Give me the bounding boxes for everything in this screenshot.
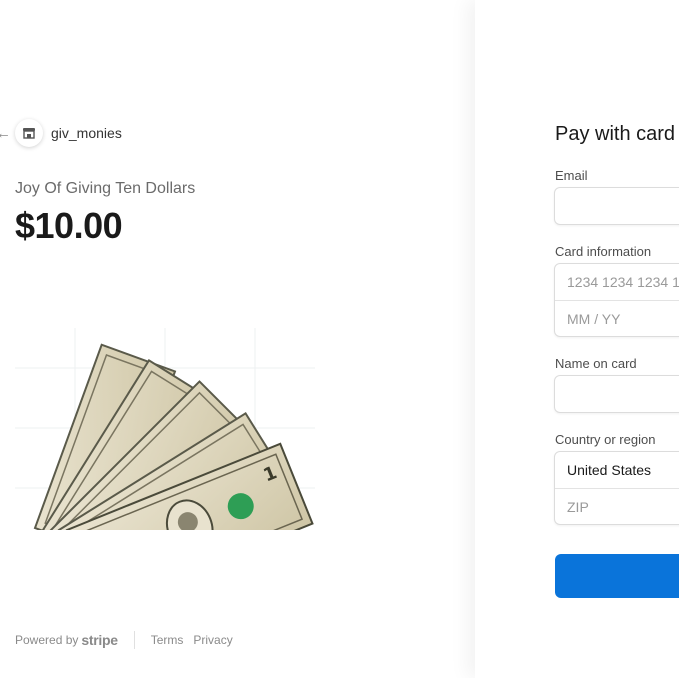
country-region-label: Country or region [555, 432, 656, 447]
privacy-link[interactable]: Privacy [193, 633, 232, 647]
country-region-field: United States ZIP [554, 451, 679, 525]
product-image: 1 1 [15, 328, 315, 612]
email-field[interactable] [554, 187, 679, 225]
email-input[interactable] [555, 188, 679, 224]
footer: Powered by stripe Terms Privacy [15, 631, 243, 649]
store-icon [23, 128, 35, 139]
arrow-left-icon[interactable]: ← [0, 124, 11, 144]
card-information-field: 1234 1234 1234 1234 MM / YY [554, 263, 679, 337]
money-bills-illustration: 1 1 [15, 328, 315, 612]
product-name: Joy Of Giving Ten Dollars [15, 180, 196, 197]
name-on-card-label: Name on card [555, 356, 637, 371]
name-on-card-input[interactable] [555, 376, 679, 412]
card-expiry-input[interactable]: MM / YY [555, 300, 679, 336]
country-select[interactable]: United States [555, 452, 679, 488]
product-price: $10.00 [15, 205, 123, 246]
order-summary-pane: ← giv_monies Joy Of Giving Ten Dollars $… [0, 0, 475, 678]
terms-link[interactable]: Terms [151, 633, 184, 647]
merchant-name[interactable]: giv_monies [51, 125, 122, 141]
name-on-card-field[interactable] [554, 375, 679, 413]
stripe-logo[interactable]: stripe [81, 632, 118, 648]
footer-divider [133, 631, 135, 649]
email-label: Email [555, 168, 588, 183]
powered-by-text: Powered by [15, 633, 79, 647]
zip-input[interactable]: ZIP [555, 488, 679, 524]
pay-button[interactable] [555, 554, 679, 598]
merchant-logo[interactable] [15, 119, 43, 147]
pay-with-card-heading: Pay with card [555, 123, 676, 145]
card-information-label: Card information [555, 244, 652, 259]
card-number-input[interactable]: 1234 1234 1234 1234 [555, 264, 679, 300]
